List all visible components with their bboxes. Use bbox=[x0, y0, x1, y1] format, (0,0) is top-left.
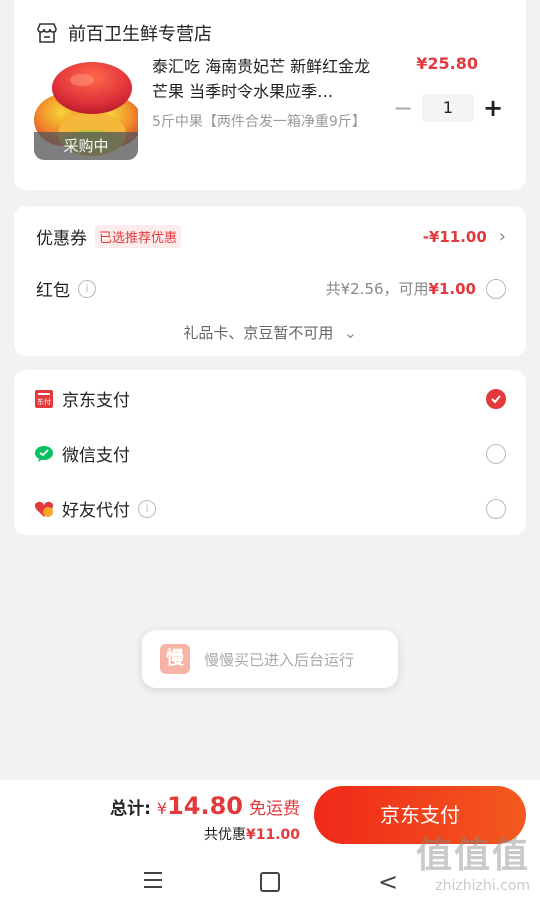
home-icon[interactable] bbox=[260, 872, 280, 892]
saving-label: 共优惠 bbox=[203, 827, 246, 843]
total-currency: ¥ bbox=[156, 799, 168, 818]
saving-line: 共优惠¥11.00 bbox=[204, 824, 300, 844]
quantity-plus-button[interactable]: + bbox=[480, 93, 506, 123]
hongbao-radio[interactable] bbox=[486, 278, 506, 299]
quantity-stepper: − 1 + bbox=[390, 93, 506, 123]
discount-card: 优惠券 已选推荐优惠 -¥11.00 › 红包 i 共¥2.56，可用 ¥1.0… bbox=[14, 206, 526, 356]
hongbao-label: 红包 bbox=[36, 281, 70, 301]
hongbao-usable-amount: ¥1.00 bbox=[428, 279, 476, 298]
product-image[interactable]: 采购中 bbox=[34, 50, 138, 160]
info-icon[interactable]: i bbox=[78, 279, 96, 298]
hongbao-available: 共¥2.56，可用 bbox=[325, 280, 429, 298]
store-icon bbox=[37, 23, 57, 43]
unavailable-expand[interactable]: 礼品卡、京豆暂不可用 ⌄ bbox=[14, 322, 526, 343]
check-icon bbox=[491, 394, 501, 403]
coupon-row[interactable]: 优惠券 已选推荐优惠 -¥11.00 › bbox=[36, 224, 506, 249]
payment-radio-friend[interactable] bbox=[486, 498, 506, 519]
store-header[interactable]: 前百卫生鲜专营店 bbox=[36, 20, 212, 46]
payment-option-wechat[interactable]: 微信支付 bbox=[34, 441, 506, 466]
recent-apps-icon[interactable] bbox=[144, 872, 162, 893]
product-spec[interactable]: 5斤中果【两件合发一箱净重9斤】 bbox=[152, 111, 384, 133]
svg-text:东付: 东付 bbox=[37, 397, 51, 406]
payment-label-jd: 京东支付 bbox=[62, 391, 130, 411]
hongbao-row[interactable]: 红包 i 共¥2.56，可用 ¥1.00 bbox=[36, 276, 506, 301]
store-card: 前百卫生鲜专营店 采购中 泰汇吃 海南贵妃芒 新鲜红金龙芒果 当季时令水果应季…… bbox=[14, 0, 526, 190]
watermark: 值值值 zhizhizhi.com bbox=[416, 826, 530, 894]
total-line: 总计: ¥ 14.80 免运费 bbox=[110, 792, 300, 820]
product-title[interactable]: 泰汇吃 海南贵妃芒 新鲜红金龙芒果 当季时令水果应季… bbox=[152, 54, 384, 104]
payment-radio-wechat[interactable] bbox=[486, 443, 506, 464]
jd-pay-icon: 东付 bbox=[35, 389, 53, 408]
info-icon[interactable]: i bbox=[138, 499, 156, 518]
watermark-url: zhizhizhi.com bbox=[435, 878, 530, 894]
product-price: ¥25.80 bbox=[416, 54, 478, 73]
free-shipping: 免运费 bbox=[249, 799, 300, 819]
background-toast: 慢 慢慢买已进入后台运行 bbox=[142, 630, 398, 688]
toast-text: 慢慢买已进入后台运行 bbox=[204, 650, 355, 669]
chevron-right-icon: › bbox=[498, 226, 506, 247]
wechat-pay-icon bbox=[35, 445, 53, 462]
chevron-down-icon: ⌄ bbox=[344, 324, 357, 342]
quantity-minus-button[interactable]: − bbox=[390, 93, 416, 123]
payment-label-wechat: 微信支付 bbox=[62, 446, 130, 466]
coupon-amount: -¥11.00 bbox=[422, 227, 487, 246]
friend-pay-heart-icon bbox=[34, 501, 54, 517]
payment-label-friend: 好友代付 bbox=[62, 501, 130, 521]
watermark-logo: 值值值 bbox=[415, 835, 530, 876]
store-name: 前百卫生鲜专营店 bbox=[68, 24, 212, 45]
saving-amount: ¥11.00 bbox=[245, 827, 300, 843]
quantity-value[interactable]: 1 bbox=[422, 94, 474, 122]
payment-radio-jd[interactable] bbox=[486, 388, 506, 409]
total-label: 总计: bbox=[110, 799, 151, 819]
payment-card: 东付 京东支付 微信支付 好友代付 i bbox=[14, 370, 526, 535]
purchasing-tag: 采购中 bbox=[34, 132, 138, 160]
manmanmai-app-icon: 慢 bbox=[160, 644, 190, 674]
coupon-recommend-tag: 已选推荐优惠 bbox=[95, 225, 182, 248]
total-amount: 14.80 bbox=[167, 792, 243, 820]
coupon-label: 优惠券 bbox=[36, 229, 87, 249]
unavailable-text: 礼品卡、京豆暂不可用 bbox=[183, 324, 334, 342]
back-icon[interactable]: < bbox=[378, 868, 398, 896]
payment-option-friend[interactable]: 好友代付 i bbox=[34, 496, 506, 521]
payment-option-jd[interactable]: 东付 京东支付 bbox=[34, 386, 506, 411]
